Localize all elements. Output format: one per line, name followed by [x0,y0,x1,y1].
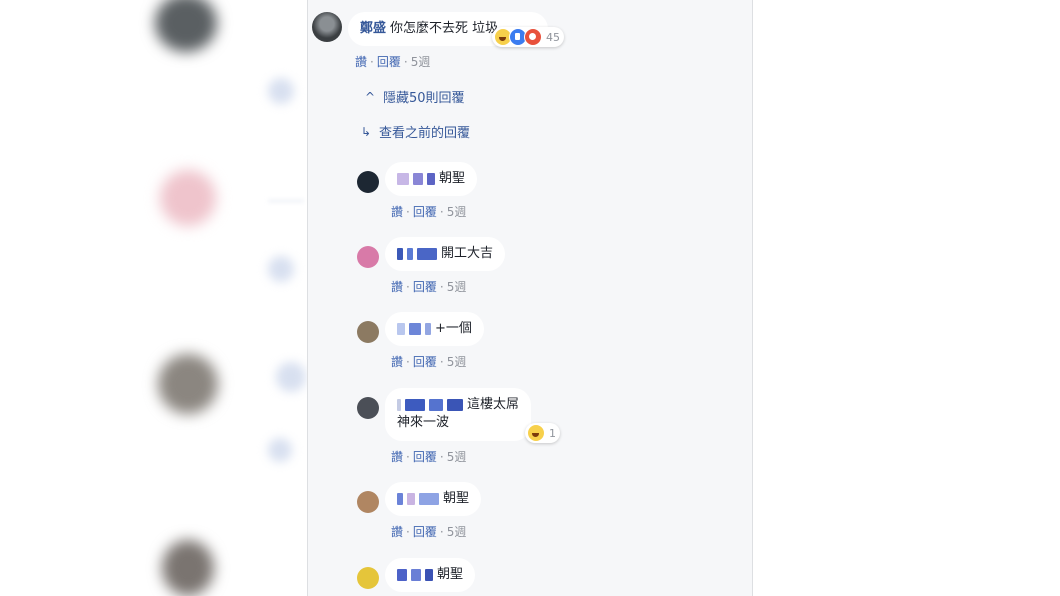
like-button[interactable]: 讚 [391,280,403,294]
avatar[interactable] [312,12,342,42]
pixelated-author-name [397,398,401,411]
reply-bubble: 這樓太屌 神來一波 [385,388,532,441]
pixelated-author-name [397,568,407,581]
view-previous-replies-link[interactable]: ↳ 查看之前的回覆 [361,122,471,142]
view-previous-label: 查看之前的回覆 [379,126,471,141]
blurred-icon [268,256,294,282]
pixelated-author-name [427,172,435,185]
pixelated-author-name [417,247,437,260]
reply-bubble: 朝聖 [385,482,482,516]
reply-actions: 讚 · 回覆 · 5週 [391,280,467,294]
reply: 這樓太屌 神來一波 [357,388,532,441]
blurred-icon [268,78,294,104]
reply-text-line-2: 神來一波 [397,415,450,430]
timestamp[interactable]: 5週 [447,525,467,539]
hide-replies-link[interactable]: ^ 隱藏50則回覆 [365,87,465,107]
pixelated-author-name [447,398,463,411]
reply-text: 開工大吉 [441,246,494,261]
pixelated-author-name [397,322,405,335]
avatar[interactable] [357,321,379,343]
blurred-avatar [158,354,218,414]
reply-arrow-icon: ↳ [361,124,372,139]
pixelated-author-name [407,247,413,260]
blurred-icon [276,362,306,392]
reaction-summary[interactable]: 45 [492,27,564,47]
like-button[interactable]: 讚 [391,525,403,539]
comment-actions: 讚 · 回覆 · 5週 [355,55,431,69]
pixelated-author-name [425,322,431,335]
reply-button[interactable]: 回覆 [377,55,401,69]
reply-actions: 讚 · 回覆 · 5週 [391,205,467,219]
reply-button[interactable]: 回覆 [413,205,437,219]
reply-text: +一個 [435,321,472,336]
pixelated-author-name [419,492,439,505]
pixelated-author-name [397,172,409,185]
reply-text: 朝聖 [439,171,466,186]
angry-icon [524,28,542,46]
reply-button[interactable]: 回覆 [413,525,437,539]
reply-actions: 讚 · 回覆 · 5週 [391,355,467,369]
comment-author[interactable]: 鄭盛 [360,21,386,36]
comments-panel: 鄭盛 你怎麼不去死 垃圾 45 讚 · 回覆 · 5週 ^ 隱藏50則回覆 ↳ 查看之前的回覆… [307,0,753,596]
reply-bubble: 朝聖 [385,558,476,592]
reply-text: 朝聖 [437,567,464,582]
reply: +一個 [357,312,484,346]
reply-actions: 讚 · 回覆 · 5週 [391,525,467,539]
reply-text: 這樓太屌 [467,397,520,412]
reply: 朝聖 [357,482,482,516]
like-button[interactable]: 讚 [391,450,403,464]
comment-text: 你怎麼不去死 垃圾 [390,21,499,36]
reply-button[interactable]: 回覆 [413,355,437,369]
pixelated-author-name [407,492,415,505]
reply-button[interactable]: 回覆 [413,450,437,464]
blurred-icon [268,438,292,462]
haha-icon [527,424,545,442]
avatar[interactable] [357,491,379,513]
reaction-count: 1 [549,426,556,440]
pixelated-author-name [409,322,421,335]
pixelated-author-name [411,568,421,581]
avatar[interactable] [357,567,379,589]
reply-button[interactable]: 回覆 [413,280,437,294]
pixelated-author-name [397,492,403,505]
reply: 開工大吉 [357,237,506,271]
blurred-avatar [155,0,217,52]
reply: 朝聖 [357,558,476,592]
pixelated-author-name [429,398,443,411]
timestamp[interactable]: 5週 [447,205,467,219]
pixelated-author-name [397,247,403,260]
reaction-summary[interactable]: 1 [525,423,560,443]
blurred-avatar [162,540,214,596]
pixelated-author-name [405,398,425,411]
reply-text: 朝聖 [443,491,470,506]
timestamp[interactable]: 5週 [447,280,467,294]
avatar[interactable] [357,171,379,193]
pixelated-author-name [425,568,433,581]
pixelated-author-name [413,172,423,185]
chevron-up-icon: ^ [365,89,376,104]
avatar[interactable] [357,397,379,419]
timestamp[interactable]: 5週 [411,55,431,69]
reply-actions: 讚 · 回覆 · 5週 [391,450,467,464]
reply-bubble: +一個 [385,312,484,346]
hide-replies-label: 隱藏50則回覆 [383,91,465,106]
like-button[interactable]: 讚 [391,355,403,369]
reply-bubble: 朝聖 [385,162,478,196]
reply: 朝聖 [357,162,478,196]
like-button[interactable]: 讚 [355,55,367,69]
avatar[interactable] [357,246,379,268]
timestamp[interactable]: 5週 [447,450,467,464]
blurred-avatar [160,170,216,226]
like-button[interactable]: 讚 [391,205,403,219]
reaction-count: 45 [546,30,560,44]
reply-bubble: 開工大吉 [385,237,506,271]
blurred-divider [268,200,304,202]
timestamp[interactable]: 5週 [447,355,467,369]
